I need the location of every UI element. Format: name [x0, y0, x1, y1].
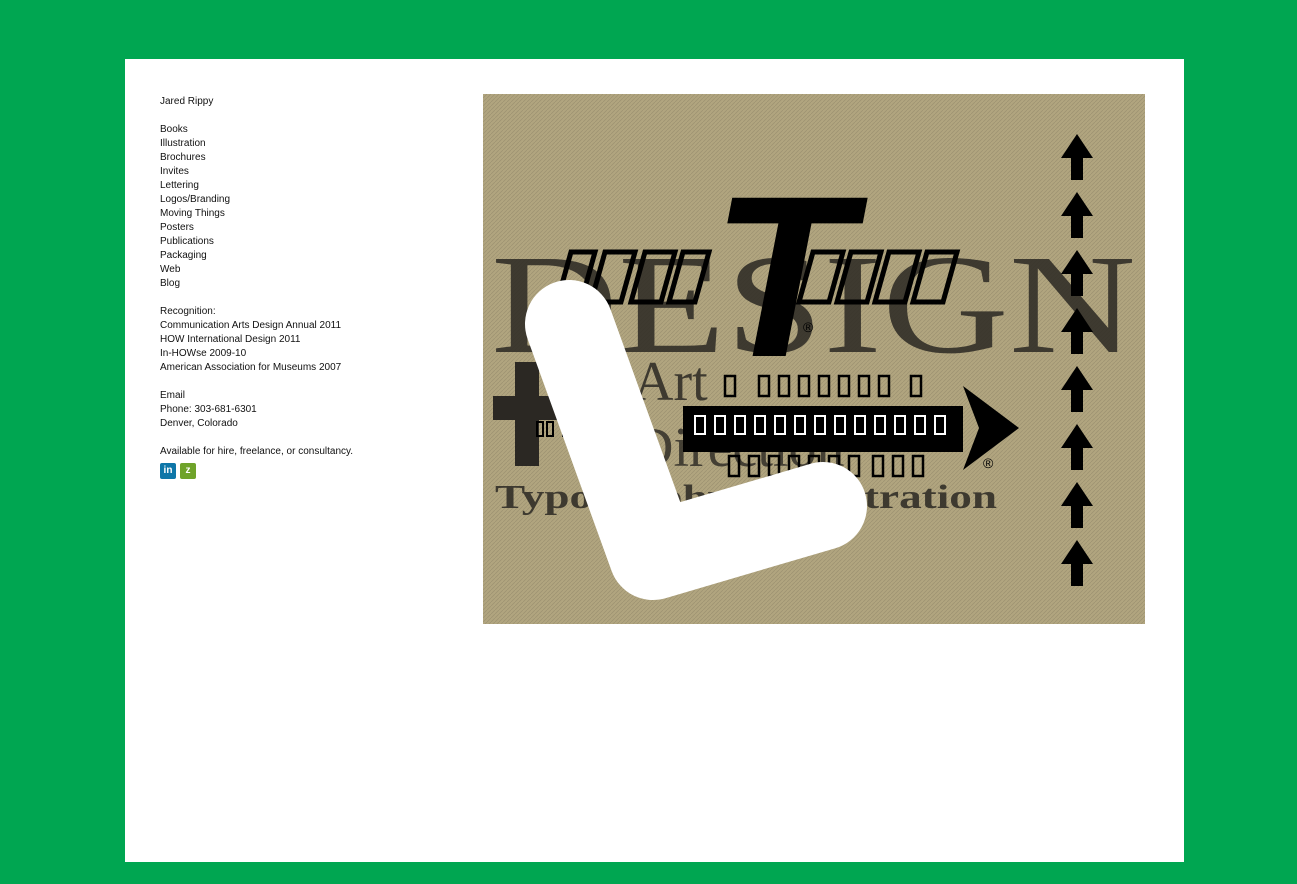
nav-web[interactable]: Web: [160, 263, 460, 277]
social-links: in z: [160, 463, 460, 479]
nav-publications[interactable]: Publications: [160, 235, 460, 249]
linkedin-icon[interactable]: in: [160, 463, 176, 479]
nav-moving-things[interactable]: Moving Things: [160, 207, 460, 221]
recognition-item: In-HOWse 2009-10: [160, 348, 247, 359]
nav-illustration[interactable]: Illustration: [160, 137, 460, 151]
site-name-link[interactable]: Jared Rippy: [160, 95, 460, 109]
nav-packaging[interactable]: Packaging: [160, 249, 460, 263]
nav-logos-branding[interactable]: Logos/Branding: [160, 193, 460, 207]
reg-mark: ®: [803, 319, 814, 335]
nav-brochures[interactable]: Brochures: [160, 151, 460, 165]
recognition-item: HOW International Design 2011: [160, 334, 301, 345]
artwork-svg: DESIGN T ® Art Direction: [483, 94, 1145, 624]
nav-posters[interactable]: Posters: [160, 221, 460, 235]
recognition-item: American Association for Museums 2007: [160, 362, 342, 373]
sidebar: Jared Rippy Books Illustration Brochures…: [160, 95, 460, 479]
recognition-heading: Recognition:: [160, 306, 216, 317]
portfolio-artwork: DESIGN T ® Art Direction: [483, 94, 1145, 624]
reg-mark-arrow: ®: [983, 455, 994, 471]
nav-lettering[interactable]: Lettering: [160, 179, 460, 193]
zerply-icon[interactable]: z: [180, 463, 196, 479]
email-link[interactable]: Email: [160, 389, 460, 403]
phone-text: Phone: 303-681-6301: [160, 404, 257, 415]
nav-invites[interactable]: Invites: [160, 165, 460, 179]
nav-books[interactable]: Books: [160, 123, 460, 137]
nav-blog[interactable]: Blog: [160, 277, 460, 291]
location-text: Denver, Colorado: [160, 418, 238, 429]
availability-text: Available for hire, freelance, or consul…: [160, 446, 354, 457]
page-container: Jared Rippy Books Illustration Brochures…: [125, 59, 1184, 862]
recognition-item: Communication Arts Design Annual 2011: [160, 320, 342, 331]
